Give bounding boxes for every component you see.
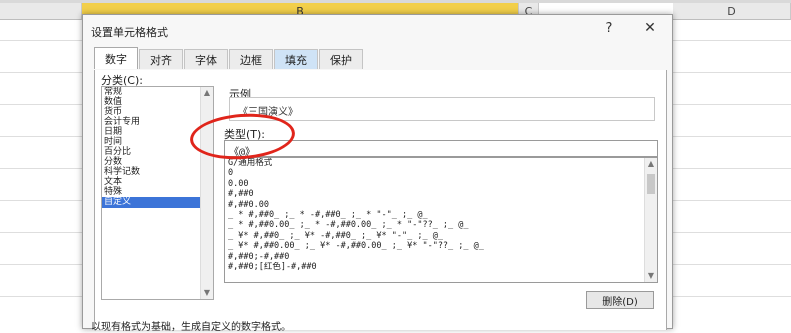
format-code-list[interactable]: G/通用格式 0 0.00 #,##0 #,##0.00 _ * #,##0_ … xyxy=(224,157,658,283)
category-scrollbar[interactable]: ▲ ▼ xyxy=(200,87,213,299)
column-label-d: D xyxy=(727,4,736,18)
dialog-tabs: 数字 对齐 字体 边框 填充 保护 xyxy=(94,47,364,71)
row-gridline xyxy=(673,72,791,73)
row-gridline xyxy=(0,296,82,297)
column-header-d[interactable]: D xyxy=(673,3,791,20)
format-item[interactable]: #,##0;[红色]-#,##0 xyxy=(225,262,657,272)
row-gridline xyxy=(0,232,82,233)
sample-value: 《三国演义》 xyxy=(238,107,298,118)
category-item-currency[interactable]: 货币 xyxy=(102,107,213,117)
delete-button[interactable]: 删除(D) xyxy=(586,291,654,309)
scroll-down-icon[interactable]: ▼ xyxy=(201,287,213,299)
category-item-accounting[interactable]: 会计专用 xyxy=(102,117,213,127)
scroll-up-icon[interactable]: ▲ xyxy=(201,87,213,99)
row-gridline xyxy=(673,296,791,297)
category-item-scientific[interactable]: 科学记数 xyxy=(102,167,213,177)
row-gridline xyxy=(0,72,82,73)
scroll-thumb[interactable] xyxy=(647,174,655,194)
row-gridline xyxy=(0,168,82,169)
format-item[interactable]: G/通用格式 xyxy=(225,158,657,168)
tab-font[interactable]: 字体 xyxy=(184,49,228,69)
tab-protection[interactable]: 保护 xyxy=(319,49,363,69)
row-gridline xyxy=(0,264,82,265)
help-button[interactable]: ? xyxy=(602,21,616,36)
type-input[interactable]: 《@》 xyxy=(224,140,658,158)
category-item-number[interactable]: 数值 xyxy=(102,97,213,107)
scroll-down-icon[interactable]: ▼ xyxy=(645,270,657,282)
format-item[interactable]: _ * #,##0.00_ ;_ * -#,##0.00_ ;_ * "-"??… xyxy=(225,220,657,230)
format-item[interactable]: 0 xyxy=(225,168,657,178)
format-item[interactable]: _ ¥* #,##0_ ;_ ¥* -#,##0_ ;_ ¥* "-"_ ;_ … xyxy=(225,231,657,241)
row-gridline xyxy=(673,168,791,169)
format-item[interactable]: _ ¥* #,##0.00_ ;_ ¥* -#,##0.00_ ;_ ¥* "-… xyxy=(225,241,657,251)
format-item[interactable]: _ * #,##0_ ;_ * -#,##0_ ;_ * "-"_ ;_ @_ xyxy=(225,210,657,220)
category-item-date[interactable]: 日期 xyxy=(102,127,213,137)
footer-hint: 以现有格式为基础，生成自定义的数字格式。 xyxy=(91,322,291,333)
row-gridline xyxy=(0,136,82,137)
category-item-time[interactable]: 时间 xyxy=(102,137,213,147)
sample-preview: 《三国演义》 xyxy=(229,97,655,121)
row-gridline xyxy=(673,264,791,265)
format-item[interactable]: #,##0;-#,##0 xyxy=(225,252,657,262)
format-scrollbar[interactable]: ▲ ▼ xyxy=(644,158,657,282)
dialog-title: 设置单元格格式 xyxy=(91,26,168,39)
tab-number[interactable]: 数字 xyxy=(94,47,138,69)
category-item-percentage[interactable]: 百分比 xyxy=(102,147,213,157)
format-item[interactable]: #,##0.00 xyxy=(225,200,657,210)
format-item[interactable]: #,##0 xyxy=(225,189,657,199)
category-item-general[interactable]: 常规 xyxy=(102,87,213,97)
row-gridline xyxy=(673,136,791,137)
row-gridline xyxy=(673,40,791,41)
row-gridline xyxy=(673,200,791,201)
row-gridline xyxy=(0,40,82,41)
tab-border[interactable]: 边框 xyxy=(229,49,273,69)
row-gridline xyxy=(0,104,82,105)
row-gridline xyxy=(673,232,791,233)
tab-fill[interactable]: 填充 xyxy=(274,49,318,69)
row-gridline xyxy=(0,200,82,201)
category-item-fraction[interactable]: 分数 xyxy=(102,157,213,167)
scroll-up-icon[interactable]: ▲ xyxy=(645,158,657,170)
category-list[interactable]: 常规 数值 货币 会计专用 日期 时间 百分比 分数 科学记数 文本 特殊 自定… xyxy=(101,86,214,300)
row-gridline xyxy=(673,104,791,105)
category-item-custom[interactable]: 自定义 xyxy=(102,197,213,208)
column-header-blank xyxy=(0,3,82,20)
tab-alignment[interactable]: 对齐 xyxy=(139,49,183,69)
category-item-special[interactable]: 特殊 xyxy=(102,187,213,197)
format-item[interactable]: 0.00 xyxy=(225,179,657,189)
category-item-text[interactable]: 文本 xyxy=(102,177,213,187)
close-button[interactable]: ✕ xyxy=(643,20,657,36)
